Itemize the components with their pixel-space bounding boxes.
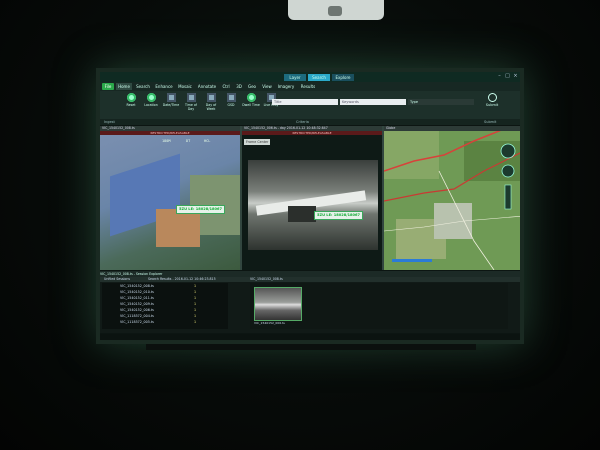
tab-unfiled-sessions[interactable]: Unfiled Sessions <box>104 277 130 282</box>
thumbnail-label: VIC_1540152_006.ts <box>254 321 285 325</box>
top-tab-layer[interactable]: Layer <box>284 74 306 81</box>
title-field[interactable]: Title <box>272 99 338 105</box>
list-item[interactable]: VIC_1540152_009.ts 1 <box>102 302 228 307</box>
hud-hcl: HCL <box>204 139 211 143</box>
top-tab-search[interactable]: Search <box>308 74 330 81</box>
list-item[interactable]: VIC_1118572_004.ts 1 <box>102 314 228 319</box>
compass-icon[interactable] <box>500 143 516 159</box>
submit-button[interactable]: Submit <box>482 93 502 117</box>
calendar-icon <box>166 93 176 102</box>
thumbnail-pane: VIC_1540152_006.ts <box>250 283 508 329</box>
list-item[interactable]: VIC_1540152_006.ts 1 <box>102 308 228 313</box>
video-background-center: Frame Center 5ZU LE: 18028/18067 <box>242 135 382 270</box>
tab-search-results[interactable]: Search Results - 2016-01-12 10:46:23.815 <box>148 277 216 282</box>
gsd-icon <box>226 93 236 102</box>
menu-3d[interactable]: 3D <box>234 83 244 90</box>
map-field-1 <box>384 131 439 179</box>
session-explorer: Unfiled Sessions Search Results - 2016-0… <box>100 277 520 333</box>
top-tab-explore[interactable]: Explore <box>332 74 354 81</box>
video-frame-left: 180M DT HCL 5ZU LE: 18028/18067 <box>100 135 240 270</box>
status-bar <box>100 334 520 340</box>
reset-icon <box>126 93 136 102</box>
target-tag-center[interactable]: 5ZU LE: 18028/18067 <box>314 211 364 220</box>
menu-ctrl[interactable]: Ctrl <box>220 83 232 90</box>
explorer-tabs: Unfiled Sessions Search Results - 2016-0… <box>100 277 520 282</box>
clock-icon <box>186 93 196 102</box>
list-item[interactable]: VIC_1118572_005.ts 1 <box>102 320 228 325</box>
whiteboard-tray <box>146 344 476 350</box>
globe-map[interactable] <box>384 131 520 270</box>
file-list: VIC_1540152_008.ts 1 VIC_1540152_010.ts 1 … <box>102 283 228 329</box>
group-criteria: Criteria <box>296 120 309 124</box>
menu-bar: File Home Search Enhance Mosaic Annotate… <box>100 82 520 91</box>
close-icon[interactable]: × <box>512 73 519 80</box>
menu-annotate[interactable]: Annotate <box>196 83 218 90</box>
group-ingest: Ingest <box>104 120 115 124</box>
projector-lens <box>328 6 342 16</box>
dwell-time-button[interactable]: Dwell Time <box>242 93 260 117</box>
maximize-icon[interactable]: □ <box>504 73 511 80</box>
location-button[interactable]: Location <box>142 93 160 117</box>
ribbon-group-labels: Ingest Criteria Submit <box>100 119 520 125</box>
gsd-button[interactable]: GSD <box>222 93 240 117</box>
reset-button[interactable]: Reset <box>122 93 140 117</box>
menu-file[interactable]: File <box>102 83 114 90</box>
type-select[interactable]: Type <box>408 99 474 105</box>
list-item[interactable]: VIC_1540152_011.ts 1 <box>102 296 228 301</box>
menu-geo[interactable]: Geo <box>246 83 258 90</box>
location-icon <box>146 93 156 102</box>
list-item[interactable]: VIC_1540152_010.ts 1 <box>102 290 228 295</box>
group-submit: Submit <box>484 120 497 124</box>
title-bar: Layer Search Explore – □ × <box>100 72 520 82</box>
ribbon-toolbar: Reset Location Date/Time Time of Day Day… <box>100 91 520 119</box>
menu-home[interactable]: Home <box>116 83 132 90</box>
video-panel-left[interactable]: VIC_1540152_008.ts RESTRICTED/RELEASABLE… <box>100 126 240 270</box>
dwell-icon <box>246 93 256 102</box>
hud-dt: DT <box>186 139 191 143</box>
building-shape <box>288 206 316 222</box>
date-time-button[interactable]: Date/Time <box>162 93 180 117</box>
hud-altitude: 180M <box>162 139 171 143</box>
menu-search[interactable]: Search <box>134 83 152 90</box>
day-of-week-button[interactable]: Day of Week <box>202 93 220 117</box>
time-of-day-button[interactable]: Time of Day <box>182 93 200 117</box>
week-icon <box>206 93 216 102</box>
ceiling-projector <box>288 0 384 20</box>
live-only-button[interactable]: Live Only <box>262 93 280 117</box>
video-panel-center[interactable]: VIC_1540152_006.ts - day 2016-01-12 10:4… <box>242 126 382 270</box>
frame-center-label: Frame Center <box>244 139 271 145</box>
list-item[interactable]: VIC_1540152_008.ts 1 <box>102 284 228 289</box>
scale-bar <box>392 259 432 262</box>
wall-shape <box>156 209 200 247</box>
zoom-slider[interactable] <box>504 184 512 210</box>
tab-video-file[interactable]: VIC_1540152_008.ts <box>250 277 283 282</box>
globe-panel[interactable]: Globe <box>384 126 520 270</box>
menu-enhance[interactable]: Enhance <box>154 83 174 90</box>
menu-results[interactable]: Results <box>298 83 318 90</box>
video-frame-center <box>248 160 378 250</box>
menu-mosaic[interactable]: Mosaic <box>176 83 194 90</box>
video-thumbnail[interactable] <box>254 287 302 321</box>
search-icon <box>487 93 497 102</box>
target-tag-left[interactable]: 5ZU LE: 18028/18067 <box>176 205 226 214</box>
menu-view[interactable]: View <box>260 83 274 90</box>
pan-control-icon[interactable] <box>501 164 515 178</box>
minimize-icon[interactable]: – <box>496 73 503 80</box>
keywords-field[interactable]: Keywords <box>340 99 406 105</box>
app-window: Layer Search Explore – □ × File Home Sea… <box>100 72 520 340</box>
menu-imagery[interactable]: Imagery <box>276 83 296 90</box>
